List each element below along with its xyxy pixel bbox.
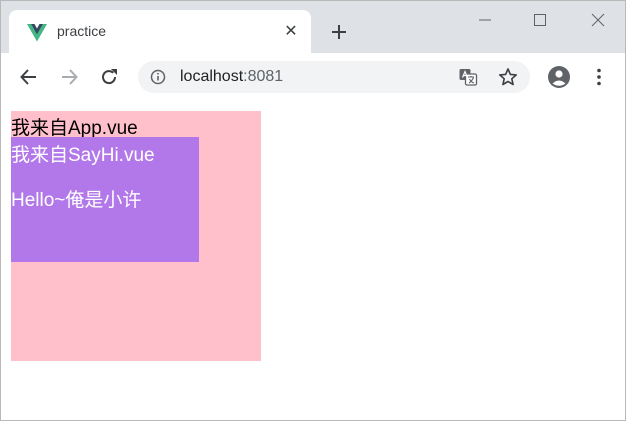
page-viewport: 我来自App.vue 我来自SayHi.vue Hello~俺是小许 [1, 100, 625, 420]
sayhi-message: Hello~俺是小许 [11, 190, 142, 211]
url-text[interactable]: localhost:8081 [180, 68, 283, 86]
vue-logo-icon [27, 24, 47, 42]
kebab-menu-icon[interactable] [588, 66, 610, 88]
account-circle-icon[interactable] [547, 65, 571, 89]
app-text: 我来自App.vue [11, 118, 138, 139]
reload-icon[interactable] [98, 66, 120, 88]
tab-strip: practice ✕ [1, 1, 625, 53]
tab-title: practice [57, 23, 107, 39]
url-port: :8081 [243, 68, 284, 85]
tab-practice[interactable]: practice ✕ [9, 10, 311, 53]
browser-toolbar: localhost:8081 [1, 53, 625, 101]
new-tab-icon[interactable] [328, 21, 350, 43]
address-bar[interactable]: localhost:8081 [138, 61, 530, 93]
browser-window: practice ✕ localhost:8081 我来自App.vue 我来自… [0, 0, 626, 421]
app-component: 我来自App.vue 我来自SayHi.vue Hello~俺是小许 [11, 111, 261, 361]
minimize-icon[interactable] [474, 9, 496, 31]
info-icon[interactable] [150, 69, 166, 85]
maximize-icon[interactable] [529, 9, 551, 31]
sayhi-component: 我来自SayHi.vue Hello~俺是小许 [11, 137, 199, 262]
arrow-right-icon[interactable] [58, 66, 80, 88]
star-icon[interactable] [498, 67, 518, 87]
url-host: localhost [180, 68, 244, 85]
sayhi-title: 我来自SayHi.vue [11, 145, 155, 166]
translate-icon[interactable] [458, 67, 478, 87]
arrow-left-icon[interactable] [18, 66, 40, 88]
close-tab-icon[interactable]: ✕ [282, 22, 300, 40]
close-window-icon[interactable] [587, 9, 609, 31]
